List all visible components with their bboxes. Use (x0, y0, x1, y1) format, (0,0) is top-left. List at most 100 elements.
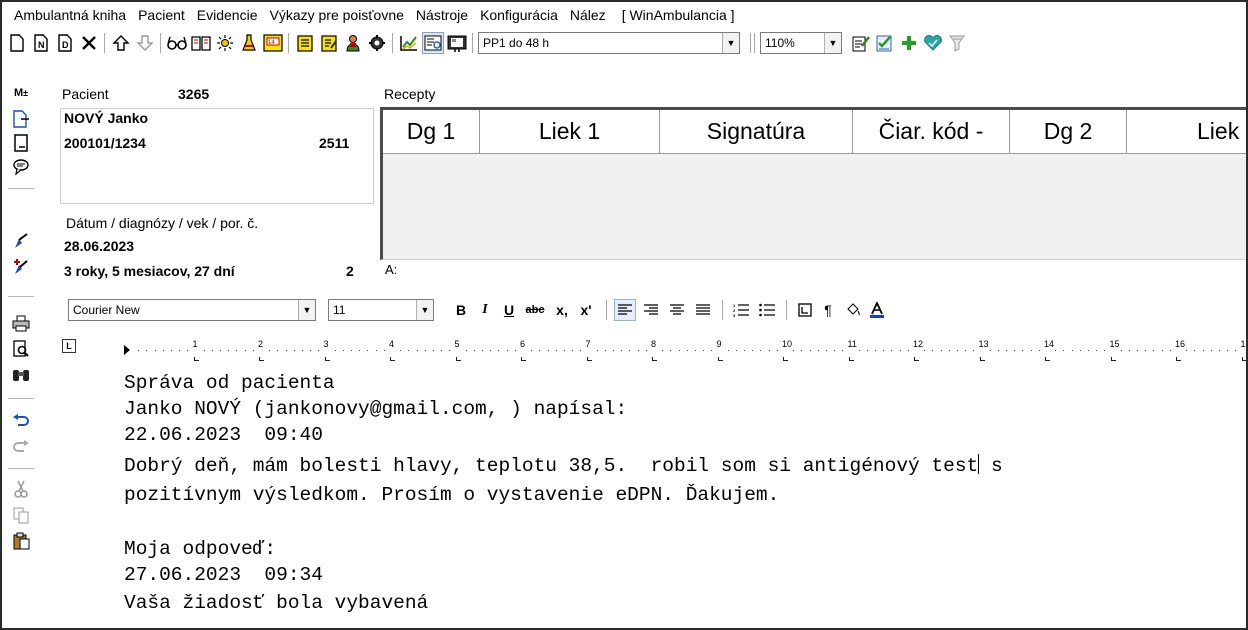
tab-stop-marker[interactable] (914, 357, 919, 361)
tab-stop-marker[interactable] (390, 357, 395, 361)
tab-stop-marker[interactable] (848, 357, 854, 361)
book-icon[interactable] (190, 32, 212, 54)
indent-marker-icon[interactable] (124, 345, 130, 355)
menu-ambulantna-kniha[interactable]: Ambulantná kniha (8, 7, 132, 23)
align-center-icon[interactable] (666, 299, 688, 321)
delete-x-icon[interactable] (78, 32, 100, 54)
menu-konfiguracia[interactable]: Konfigurácia (474, 7, 564, 23)
align-left-icon[interactable] (614, 299, 636, 321)
chevron-down-icon[interactable]: ▼ (416, 300, 433, 320)
page-icon[interactable] (10, 132, 32, 154)
italic-button[interactable]: I (476, 299, 494, 321)
edit-note-icon[interactable] (850, 32, 872, 54)
menu-vykazy[interactable]: Výkazy pre poisťovne (263, 7, 409, 23)
numbered-list-icon[interactable]: 123 (730, 299, 752, 321)
subscript-button[interactable]: x, (552, 299, 572, 321)
text-editor[interactable]: Správa od pacienta Janko NOVÝ (jankonovy… (62, 368, 1246, 628)
patient-age[interactable]: 3 roky, 5 mesiacov, 27 dní (64, 263, 235, 279)
pen-icon[interactable] (10, 230, 32, 252)
arrow-up-icon[interactable] (110, 32, 132, 54)
filter-select[interactable]: PP1 do 48 h ▼ (478, 32, 740, 54)
page-bottom-icon[interactable] (10, 626, 32, 628)
visit-date[interactable]: 28.06.2023 (64, 238, 135, 254)
font-family-select[interactable]: Courier New ▼ (68, 299, 316, 321)
align-right-icon[interactable] (640, 299, 662, 321)
new-document-icon[interactable] (6, 32, 28, 54)
chevron-down-icon[interactable]: ▼ (824, 33, 841, 53)
checklist-icon[interactable] (874, 32, 896, 54)
menu-nalez[interactable]: Nález (564, 7, 612, 23)
document-d-icon[interactable]: D (54, 32, 76, 54)
ruler[interactable]: L 1234567891011121314151617 (62, 333, 1246, 363)
grid-header-liek1[interactable]: Liek 1 (480, 110, 660, 154)
chat-bubble-icon[interactable] (10, 156, 32, 178)
markdown-icon[interactable]: M ± (10, 82, 32, 104)
grid-header-liek2[interactable]: Liek (1127, 110, 1246, 154)
underline-button[interactable]: U (500, 299, 518, 321)
menu-evidencie[interactable]: Evidencie (191, 7, 264, 23)
bold-button[interactable]: B (452, 299, 470, 321)
gear-icon[interactable] (366, 32, 388, 54)
redo-icon[interactable] (10, 436, 32, 458)
fill-color-icon[interactable] (842, 299, 864, 321)
tab-stop-marker[interactable] (1176, 357, 1181, 361)
scissors-icon[interactable] (10, 478, 32, 500)
arrow-down-icon[interactable] (134, 32, 156, 54)
chevron-down-icon[interactable]: ▼ (722, 33, 739, 53)
heart-icon[interactable] (922, 32, 944, 54)
person-icon[interactable] (342, 32, 364, 54)
binoculars-icon[interactable] (10, 364, 32, 386)
sun-icon[interactable] (214, 32, 236, 54)
tab-stop-marker[interactable] (521, 357, 526, 361)
tab-stop-marker[interactable] (783, 357, 788, 361)
tab-stop-marker[interactable] (717, 357, 723, 361)
tab-stop-marker[interactable] (979, 357, 985, 361)
tab-stop-marker[interactable] (1110, 357, 1116, 361)
copy-icon[interactable] (10, 504, 32, 526)
align-justify-icon[interactable] (692, 299, 714, 321)
notepad-pen-icon[interactable] (318, 32, 340, 54)
document-arrow-icon[interactable] (10, 108, 32, 130)
menu-nastroje[interactable]: Nástroje (410, 7, 474, 23)
film-icon[interactable] (446, 32, 468, 54)
zoom-select[interactable]: 110% ▼ (760, 32, 842, 54)
tab-stop-marker[interactable] (652, 357, 657, 361)
grid-header-ciar-kod[interactable]: Čiar. kód - (853, 110, 1010, 154)
patient-name[interactable]: NOVÝ Janko (64, 110, 149, 126)
document-n-icon[interactable]: N (30, 32, 52, 54)
undo-icon[interactable] (10, 410, 32, 432)
tab-stop-marker[interactable] (1241, 357, 1246, 361)
strikethrough-button[interactable]: abc (522, 299, 548, 321)
text-color-icon[interactable] (866, 299, 888, 321)
paste-icon[interactable] (10, 530, 32, 552)
grid-header-dg2[interactable]: Dg 2 (1010, 110, 1127, 154)
graph-icon[interactable] (398, 32, 420, 54)
tab-stop-marker[interactable] (259, 357, 264, 361)
tab-stop-marker[interactable] (193, 357, 199, 361)
filter-icon[interactable] (946, 32, 968, 54)
tab-stop-selector[interactable]: L (62, 339, 76, 353)
tab-stop-marker[interactable] (324, 357, 330, 361)
superscript-button[interactable]: x' (576, 299, 596, 321)
menu-pacient[interactable]: Pacient (132, 7, 191, 23)
patient-birth-number[interactable]: 200101/1234 (64, 135, 146, 151)
print-preview-icon[interactable] (10, 338, 32, 360)
chevron-down-icon[interactable]: ▼ (298, 300, 315, 320)
image-preview-icon[interactable] (422, 32, 444, 54)
paragraph-icon[interactable]: ¶ (818, 299, 838, 321)
tab-stop-marker[interactable] (1045, 357, 1050, 361)
visit-order[interactable]: 2 (346, 263, 354, 279)
grid-header-signatura[interactable]: Signatúra (660, 110, 853, 154)
glasses-icon[interactable] (166, 32, 188, 54)
notepad-icon[interactable] (294, 32, 316, 54)
flask-icon[interactable] (238, 32, 260, 54)
prescriptions-grid[interactable]: Dg 1 Liek 1 Signatúra Čiar. kód - Dg 2 L… (380, 107, 1246, 260)
printer-icon[interactable] (10, 312, 32, 334)
grid-header-dg1[interactable]: Dg 1 (383, 110, 480, 154)
pen-arrow-icon[interactable] (10, 256, 32, 278)
chart-card-icon[interactable]: 14 (262, 32, 284, 54)
patient-code[interactable]: 2511 (319, 135, 350, 151)
frame-icon[interactable] (794, 299, 816, 321)
tab-stop-marker[interactable] (586, 357, 592, 361)
tab-stop-marker[interactable] (455, 357, 461, 361)
